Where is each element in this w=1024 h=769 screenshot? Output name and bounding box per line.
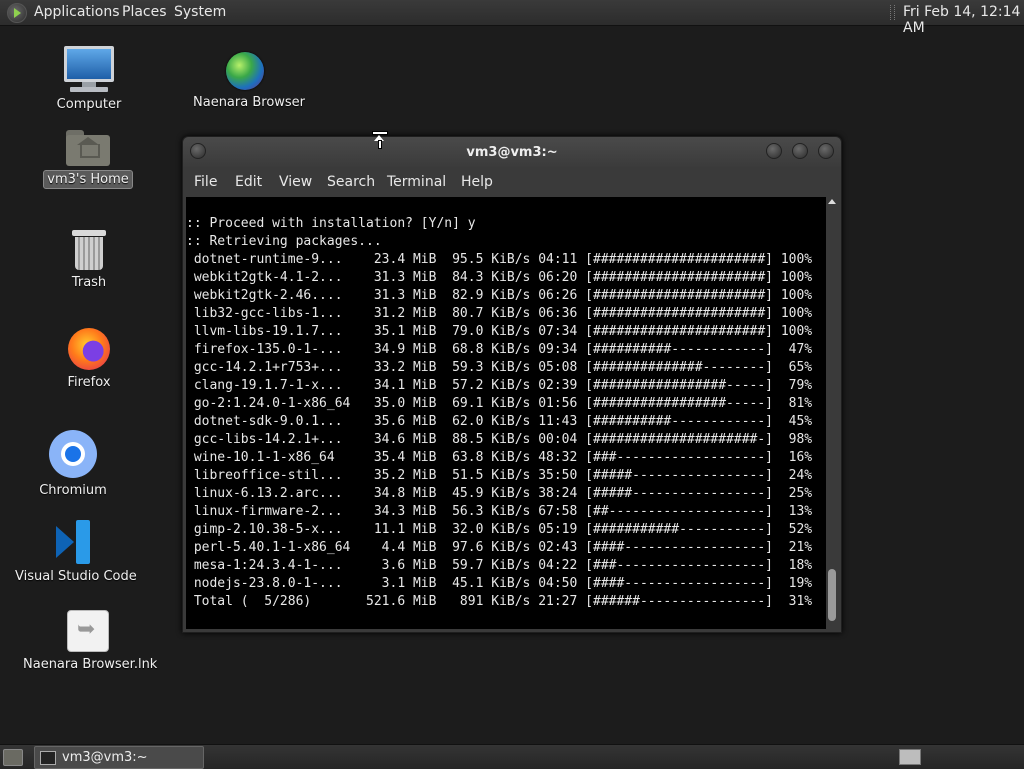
top-panel: Applications Places System Fri Feb 14, 1…	[0, 0, 1024, 36]
desktop-icon-naenara-shortcut[interactable]: Naenara Browser.lnk	[20, 610, 157, 673]
maximize-button[interactable]	[792, 143, 808, 159]
desktop-icon-firefox[interactable]: Firefox	[44, 328, 134, 391]
places-menu[interactable]: Places	[122, 4, 167, 20]
desktop-icon-home[interactable]: vm3's Home	[40, 130, 136, 189]
panel-separator	[890, 5, 895, 20]
show-desktop-button[interactable]	[3, 749, 23, 766]
bottom-panel: vm3@vm3:~	[0, 744, 1024, 769]
desktop-icon-label: Firefox	[67, 375, 111, 390]
desktop-icon-label: Chromium	[39, 483, 107, 498]
terminal-text: :: Proceed with installation? [Y/n] y ::…	[186, 216, 813, 609]
clock[interactable]: Fri Feb 14, 12:14 AM	[903, 4, 1024, 36]
desktop-icon-naenara-browser[interactable]: Naenara Browser	[190, 52, 305, 111]
desktop-icon-label: Trash	[71, 275, 107, 290]
menu-help[interactable]: Help	[461, 174, 493, 190]
desktop-icon-label: Naenara Browser.lnk	[23, 657, 158, 672]
applications-menu[interactable]: Applications	[34, 4, 120, 20]
window-title: vm3@vm3:~	[466, 145, 558, 160]
desktop-icon-label: vm3's Home	[43, 170, 133, 189]
desktop-icon-label: Visual Studio Code	[15, 569, 137, 584]
terminal-titlebar[interactable]: vm3@vm3:~	[183, 137, 841, 167]
desktop-icon-label: Naenara Browser	[193, 95, 306, 110]
distro-logo-icon[interactable]	[7, 3, 27, 23]
menu-file[interactable]: File	[194, 174, 217, 190]
shortcut-icon	[67, 610, 109, 652]
resize-cursor-icon	[372, 131, 388, 149]
home-folder-icon	[66, 130, 110, 166]
terminal-scrollbar[interactable]	[826, 197, 838, 629]
firefox-icon	[68, 328, 110, 370]
menu-terminal[interactable]: Terminal	[387, 174, 446, 190]
desktop-icon-trash[interactable]: Trash	[44, 230, 134, 291]
menu-search[interactable]: Search	[327, 174, 375, 190]
desktop-icon-computer[interactable]: Computer	[44, 46, 134, 113]
taskbar-item-label: vm3@vm3:~	[62, 750, 148, 765]
taskbar-item-terminal[interactable]: vm3@vm3:~	[34, 746, 204, 769]
menu-edit[interactable]: Edit	[235, 174, 262, 190]
computer-icon	[64, 46, 114, 92]
close-button[interactable]	[818, 143, 834, 159]
scroll-up-arrow-icon[interactable]	[828, 199, 836, 204]
trash-icon	[72, 230, 106, 270]
globe-icon	[226, 52, 264, 90]
workspace-switcher[interactable]	[899, 749, 921, 765]
scrollbar-thumb[interactable]	[828, 569, 836, 621]
terminal-icon	[40, 751, 56, 765]
terminal-menubar: File Edit View Search Terminal Help	[183, 167, 841, 197]
vscode-icon	[52, 520, 96, 564]
menu-view[interactable]: View	[279, 174, 312, 190]
system-menu[interactable]: System	[174, 4, 226, 20]
desktop-icon-chromium[interactable]: Chromium	[28, 430, 118, 499]
desktop-icon-label: Computer	[56, 97, 122, 112]
minimize-button[interactable]	[766, 143, 782, 159]
terminal-output[interactable]: :: Proceed with installation? [Y/n] y ::…	[186, 197, 826, 629]
chromium-icon	[49, 430, 97, 478]
terminal-window[interactable]: vm3@vm3:~ File Edit View Search Terminal…	[182, 136, 842, 633]
desktop-icon-vscode[interactable]: Visual Studio Code	[12, 520, 137, 585]
